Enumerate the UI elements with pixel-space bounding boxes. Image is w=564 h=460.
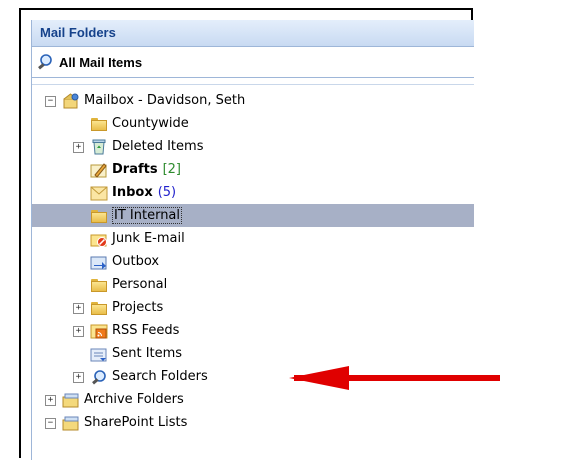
rss-feed-icon [90,323,108,339]
tree-item-mailbox[interactable]: − Mailbox - Davidson, Seth [32,89,474,112]
sent-items-icon [90,346,108,362]
archive-folder-icon [62,392,80,408]
collapse-toggle[interactable]: − [45,418,56,429]
sharepoint-folder-icon [62,415,80,431]
screenshot-frame: Mail Folders All Mail Items − Mailbox - … [19,8,474,460]
expand-toggle[interactable]: + [45,395,56,406]
expand-toggle[interactable]: + [73,142,84,153]
tree-item-countywide[interactable]: Countywide [32,112,474,135]
tree-item-deleted-items[interactable]: + Deleted Items [32,135,474,158]
tree-item-label: Countywide [112,116,189,131]
tree-item-label: Inbox [112,185,153,200]
expand-toggle[interactable]: + [73,326,84,337]
folder-icon [90,277,108,293]
tree-item-projects[interactable]: + Projects [32,296,474,319]
tree-item-label: Outbox [112,254,160,269]
folder-icon [90,116,108,132]
tree-item-outbox[interactable]: Outbox [32,250,474,273]
unread-count: [2] [162,162,182,177]
tree-item-label: RSS Feeds [112,323,180,338]
expand-toggle[interactable]: + [73,303,84,314]
mailbox-icon [62,92,80,109]
tree-item-sharepoint-lists[interactable]: − SharePoint Lists [32,411,474,434]
divider [32,78,474,85]
tree-item-label: Personal [112,277,168,292]
junk-mail-icon [90,231,108,247]
search-folder-icon [90,369,108,385]
annotation-arrow-head [289,366,349,390]
tree-item-sent-items[interactable]: Sent Items [32,342,474,365]
tree-item-label: Drafts [112,162,158,177]
folder-icon [90,208,108,224]
drafts-pencil-icon [90,162,108,178]
expand-toggle[interactable]: + [73,372,84,383]
collapse-toggle[interactable]: − [45,96,56,107]
tree-item-inbox[interactable]: Inbox (5) [32,181,474,204]
tree-item-it-internal[interactable]: IT Internal [32,204,474,227]
tree-item-label: Search Folders [112,369,208,384]
tree-item-label: Sent Items [112,346,183,361]
inbox-envelope-icon [90,185,108,201]
tree-item-junk-email[interactable]: Junk E-mail [32,227,474,250]
tree-item-archive-folders[interactable]: + Archive Folders [32,388,474,411]
tree-item-drafts[interactable]: Drafts [2] [32,158,474,181]
all-mail-items-button[interactable]: All Mail Items [32,47,474,78]
tree-item-label: Projects [112,300,164,315]
search-magnifier-icon [37,54,55,70]
navigation-pane: Mail Folders All Mail Items − Mailbox - … [31,20,474,460]
pane-header: Mail Folders [32,20,474,47]
tree-item-label: IT Internal [112,207,183,224]
recycle-bin-icon [90,139,108,155]
outbox-icon [90,254,108,270]
all-mail-items-label: All Mail Items [59,54,143,70]
tree-item-label: Archive Folders [84,392,184,407]
tree-item-label: SharePoint Lists [84,415,188,430]
tree-item-label-wrap: IT Internal [112,207,183,224]
tree-item-label: Junk E-mail [112,231,185,246]
tree-item-personal[interactable]: Personal [32,273,474,296]
folder-icon [90,300,108,316]
tree-item-label: Deleted Items [112,139,204,154]
unread-count: (5) [157,185,177,200]
tree-item-label: Mailbox - Davidson, Seth [84,93,246,108]
tree-item-rss-feeds[interactable]: + RSS Feeds [32,319,474,342]
